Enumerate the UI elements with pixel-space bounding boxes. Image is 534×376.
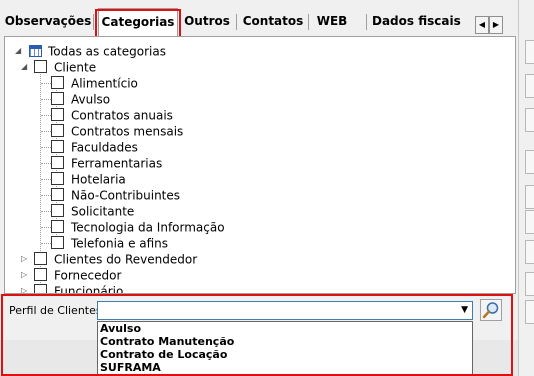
tree-connector [41,99,51,100]
side-button[interactable] [525,40,534,64]
tree-connector [41,147,51,148]
tree-leaf-label: Alimentício [71,76,138,91]
tree-connector [41,83,51,84]
tree-node-fornecedor[interactable]: ▷ Fornecedor [21,267,122,283]
checkbox[interactable] [51,124,64,137]
tree-leaf-label: Avulso [71,92,111,107]
tree-leaf-label: Faculdades [71,140,138,155]
tab-divider [366,14,367,30]
checkbox[interactable] [51,108,64,121]
highlight-perfil-area [1,294,513,376]
checkbox[interactable] [34,60,47,73]
checkbox[interactable] [51,172,64,185]
expand-icon[interactable]: ▷ [21,267,27,283]
tree-leaf[interactable]: Solicitante [41,203,135,219]
tree-connector [41,243,51,244]
right-side-strip [518,0,534,376]
checkbox[interactable] [51,76,64,89]
tree-leaf-label: Ferramentarias [71,156,163,171]
tab-divider [93,14,94,30]
side-button[interactable] [525,150,534,174]
checkbox[interactable] [51,188,64,201]
tree-leaf-label: Telefonia e afins [71,236,169,251]
side-button[interactable] [525,74,534,98]
tree-leaf[interactable]: Contratos anuais [41,107,173,123]
checkbox[interactable] [51,156,64,169]
grid-icon [29,44,42,57]
tree-leaf[interactable]: Alimentício [41,75,138,91]
tree-leaf[interactable]: Tecnologia da Informação [41,219,225,235]
tree-root[interactable]: ◢ Todas as categorias [15,43,166,59]
tree-leaf[interactable]: Ferramentarias [41,155,163,171]
tree-connector [41,115,51,116]
checkbox[interactable] [51,140,64,153]
checkbox[interactable] [34,268,47,281]
category-tree[interactable]: ◢ Todas as categorias ◢ Cliente Alimentí… [4,36,516,294]
tree-connector [41,163,51,164]
tree-connector [41,195,51,196]
tab-strip: Observações Categorias Outros Contatos W… [0,0,518,37]
tab-dados-fiscais[interactable]: Dados fiscais [372,8,461,35]
tree-leaf-label: Contratos mensais [71,124,184,139]
collapse-icon[interactable]: ◢ [21,59,27,75]
tree-leaf-label: Não-Contribuintes [71,188,181,203]
tree-node-label: Funcionário [54,284,124,294]
checkbox[interactable] [51,220,64,233]
side-button[interactable] [525,210,534,234]
tree-leaf-label: Tecnologia da Informação [71,220,225,235]
tree-leaf[interactable]: Hotelaria [41,171,126,187]
tree-leaf[interactable]: Avulso [41,91,111,107]
tree-node-label: Fornecedor [54,268,122,283]
collapse-icon[interactable]: ◢ [15,43,21,59]
checkbox[interactable] [51,204,64,217]
tree-leaf-label: Hotelaria [71,172,126,187]
tab-web[interactable]: WEB [312,8,352,35]
tree-node-cliente[interactable]: ◢ Cliente [21,59,97,75]
checkbox[interactable] [34,252,47,265]
arrow-left-icon: ◀ [478,20,486,29]
tree-leaf[interactable]: Contratos mensais [41,123,184,139]
tree-connector [41,179,51,180]
tree-leaf-label: Contratos anuais [71,108,173,123]
tab-contatos[interactable]: Contatos [240,8,306,35]
tree-leaf[interactable]: Faculdades [41,139,138,155]
tree-leaf[interactable]: Telefonia e afins [41,235,169,251]
side-button[interactable] [525,185,534,209]
expand-icon[interactable]: ▷ [21,251,27,267]
tree-node-label: Clientes do Revendedor [54,252,198,267]
side-button[interactable] [525,300,534,324]
checkbox[interactable] [51,236,64,249]
arrow-right-icon: ▶ [492,20,500,29]
side-button[interactable] [525,108,534,132]
tree-leaf-label: Solicitante [71,204,135,219]
checkbox[interactable] [34,284,47,293]
side-button[interactable] [525,272,534,296]
tab-scroll-left-button[interactable]: ◀ [475,16,489,34]
tree-connector [41,227,51,228]
tab-divider [308,14,309,30]
tab-scroll-right-button[interactable]: ▶ [489,16,503,34]
highlight-categorias-tab [95,9,181,39]
tab-observacoes[interactable]: Observações [4,8,92,35]
tree-root-label: Todas as categorias [48,44,166,59]
expand-icon[interactable]: ▷ [21,283,27,293]
tree-connector [41,211,51,212]
tree-connector [41,131,51,132]
side-button[interactable] [525,240,534,264]
tree-node-label: Cliente [54,60,97,75]
tree-leaf[interactable]: Não-Contribuintes [41,187,181,203]
tree-node-clientes-revendedor[interactable]: ▷ Clientes do Revendedor [21,251,198,267]
checkbox[interactable] [51,92,64,105]
tree-node-funcionario[interactable]: ▷ Funcionário [21,283,124,294]
tab-outros[interactable]: Outros [181,8,233,35]
tab-divider [236,14,237,30]
